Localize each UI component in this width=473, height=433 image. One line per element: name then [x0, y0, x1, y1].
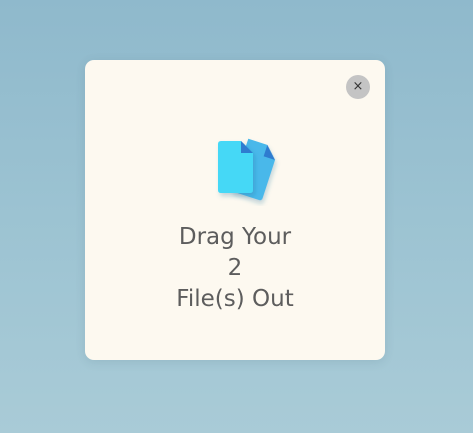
file-count: 2 [227, 255, 243, 281]
message-line-3: File(s) Out [176, 286, 294, 312]
files-icon[interactable] [213, 136, 283, 206]
close-button[interactable]: × [346, 75, 370, 99]
drag-message: Drag Your 2 File(s) Out [85, 222, 385, 315]
drag-files-dialog[interactable]: × Drag Your 2 File(s) Out [85, 60, 385, 360]
message-line-1: Drag Your [178, 224, 292, 250]
